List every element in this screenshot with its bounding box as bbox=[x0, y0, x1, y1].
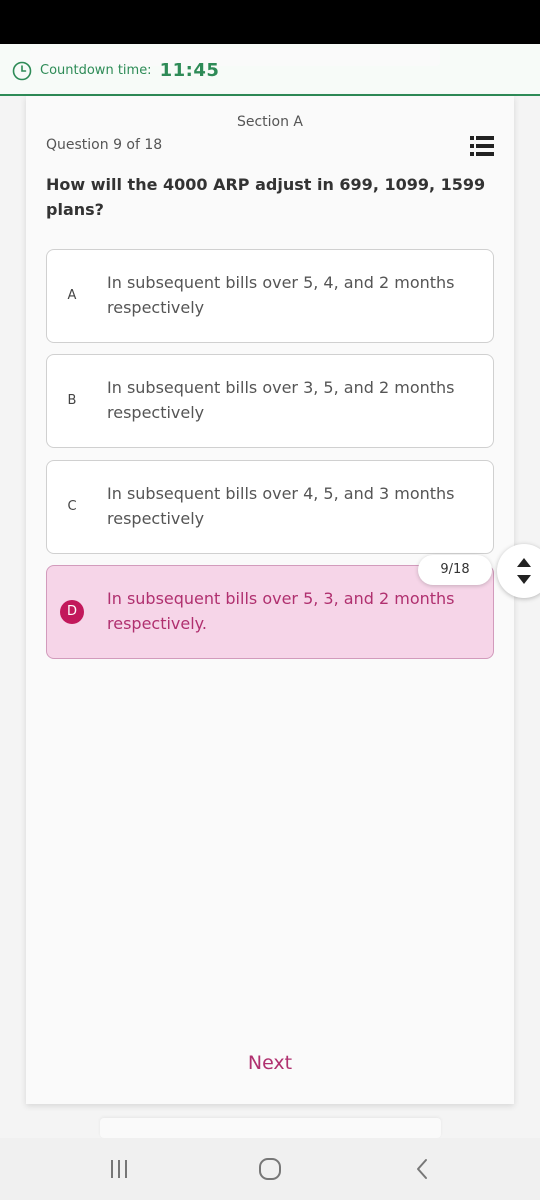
section-title: Section A bbox=[236, 114, 304, 130]
option-letter: B bbox=[67, 393, 77, 408]
navigation-bar bbox=[0, 1138, 540, 1200]
recents-button[interactable] bbox=[99, 1154, 139, 1184]
back-button[interactable] bbox=[402, 1154, 442, 1184]
question-counter: Question 9 of 18 bbox=[46, 137, 163, 153]
status-bar bbox=[0, 0, 540, 44]
option-text: In subsequent bills over 5, 4, and 2 mon… bbox=[107, 273, 455, 317]
option-text: In subsequent bills over 3, 5, and 2 mon… bbox=[107, 378, 455, 422]
bottom-card-edge bbox=[100, 1118, 441, 1138]
home-button[interactable] bbox=[250, 1154, 290, 1184]
option-b[interactable]: B In subsequent bills over 3, 5, and 2 m… bbox=[46, 354, 494, 448]
option-letter: C bbox=[67, 499, 77, 514]
next-button[interactable]: Next bbox=[26, 1052, 514, 1074]
scroll-updown-icon bbox=[517, 558, 531, 584]
option-text: In subsequent bills over 4, 5, and 3 mon… bbox=[107, 484, 455, 528]
question-card: Section A Question 9 of 18 How will the … bbox=[26, 96, 514, 1104]
recents-icon bbox=[111, 1160, 127, 1178]
progress-badge: 9/18 bbox=[418, 555, 492, 585]
option-a[interactable]: A In subsequent bills over 5, 4, and 2 m… bbox=[46, 249, 494, 343]
option-c[interactable]: C In subsequent bills over 4, 5, and 3 m… bbox=[46, 460, 494, 554]
countdown-label: Countdown time: bbox=[40, 63, 152, 78]
option-text: In subsequent bills over 5, 3, and 2 mon… bbox=[107, 589, 455, 633]
question-text: How will the 4000 ARP adjust in 699, 109… bbox=[46, 175, 486, 219]
countdown-value: 11:45 bbox=[159, 60, 220, 81]
option-letter: D bbox=[60, 600, 84, 624]
clock-icon bbox=[12, 61, 32, 80]
back-icon bbox=[417, 1159, 427, 1179]
option-letter: A bbox=[67, 288, 77, 303]
countdown-timer: Countdown time: 11:45 bbox=[12, 60, 219, 81]
home-icon bbox=[259, 1158, 281, 1180]
list-icon[interactable] bbox=[470, 135, 494, 157]
